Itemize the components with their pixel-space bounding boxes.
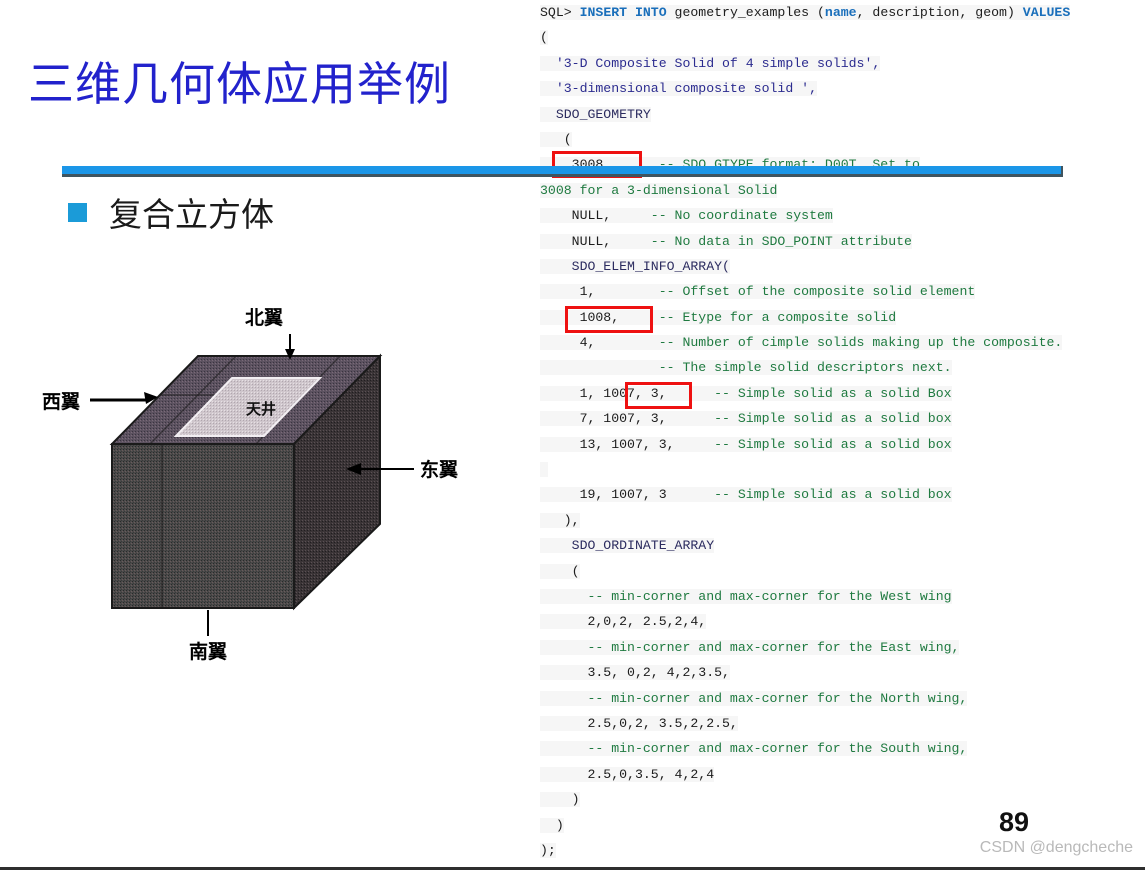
- code-line: 13, 1007, 3, -- Simple solid as a solid …: [540, 432, 1145, 457]
- bullet-item: 复合立方体: [68, 188, 274, 236]
- code-token: 1,: [540, 284, 596, 300]
- code-line: 1008, -- Etype for a composite solid: [540, 305, 1145, 330]
- code-token: 7, 1007, 3,: [540, 411, 667, 427]
- code-token: 2.5,0,3.5, 4,2,4: [540, 766, 715, 782]
- code-line: 1, 1007, 3, -- Simple solid as a solid B…: [540, 381, 1145, 406]
- code-line: 2,0,2, 2.5,2,4,: [540, 609, 1145, 634]
- code-token: SQL>: [540, 5, 580, 20]
- bullet-item-label: 复合立方体: [109, 198, 274, 234]
- code-token: , description, geom): [856, 5, 1023, 20]
- code-line: 3.5, 0,2, 4,2,3.5,: [540, 660, 1145, 685]
- code-token: -- No data in SDO_POINT attribute: [611, 233, 912, 249]
- code-token: VALUES: [1022, 5, 1071, 20]
- code-token: 2.5,0,2, 3.5,2,2.5,: [540, 715, 738, 731]
- code-line: '3-D Composite Solid of 4 simple solids'…: [540, 51, 1145, 76]
- diagram-label-center: 天井: [246, 400, 276, 418]
- code-token: '3-D Composite Solid of 4 simple solids'…: [540, 55, 881, 71]
- code-token: SDO_ORDINATE_ARRAY: [540, 538, 715, 554]
- code-token: -- min-corner and max-corner for the Sou…: [540, 741, 968, 757]
- code-token: '3-dimensional composite solid ',: [540, 81, 817, 97]
- sql-code-block: SQL> INSERT INTO geometry_examples (name…: [540, 0, 1145, 870]
- code-line: 2.5,0,2, 3.5,2,2.5,: [540, 711, 1145, 736]
- code-token: 19, 1007, 3: [540, 487, 667, 503]
- code-token: name: [824, 5, 857, 20]
- diagram-label-north: 北翼: [245, 307, 283, 329]
- code-token: -- Simple solid as a solid box: [666, 411, 952, 427]
- code-token: );: [540, 842, 556, 858]
- code-line: 3008 for a 3-dimensional Solid: [540, 178, 1145, 203]
- code-lines: SQL> INSERT INTO geometry_examples (name…: [540, 0, 1145, 863]
- code-line: (: [540, 559, 1145, 584]
- code-token: SDO_ELEM_INFO_ARRAY(: [540, 258, 730, 274]
- code-line: NULL, -- No data in SDO_POINT attribute: [540, 229, 1145, 254]
- code-line: 19, 1007, 3 -- Simple solid as a solid b…: [540, 482, 1145, 507]
- diagram-label-east: 东翼: [420, 458, 458, 481]
- page-number: 89: [998, 807, 1029, 837]
- code-token: 1008,: [540, 309, 620, 325]
- code-token: -- Etype for a composite solid: [619, 309, 897, 325]
- code-line: NULL, -- No coordinate system: [540, 203, 1145, 228]
- code-line: SDO_GEOMETRY: [540, 102, 1145, 127]
- code-token: INSERT INTO: [579, 5, 667, 20]
- slide-pane: 三维几何体应用举例 复合立方体 北翼 西翼 东翼 南翼 天井: [0, 0, 540, 870]
- code-token: -- The simple solid descriptors next.: [540, 360, 952, 376]
- code-line: -- min-corner and max-corner for the Sou…: [540, 736, 1145, 761]
- code-token: NULL,: [540, 208, 612, 224]
- code-token: -- Number of cimple solids making up the…: [595, 335, 1063, 351]
- code-line: SDO_ORDINATE_ARRAY: [540, 533, 1145, 558]
- code-line: -- The simple solid descriptors next.: [540, 355, 1145, 380]
- code-token: (: [540, 30, 548, 46]
- bullet-square-icon: [68, 202, 87, 222]
- code-token: (: [540, 563, 580, 579]
- code-line: -- min-corner and max-corner for the Eas…: [540, 635, 1145, 660]
- code-token: 1, 1007, 3,: [540, 385, 667, 401]
- diagram-label-south: 南翼: [189, 641, 227, 663]
- code-line: SQL> INSERT INTO geometry_examples (name…: [540, 0, 1145, 25]
- watermark: CSDN @dengcheche: [979, 839, 1133, 856]
- code-token: ): [540, 817, 564, 833]
- code-token: SDO_GEOMETRY: [540, 106, 651, 122]
- code-token: -- Simple solid as a solid box: [666, 487, 952, 503]
- code-token: (: [540, 131, 572, 147]
- code-token: -- Offset of the composite solid element: [595, 284, 976, 300]
- code-line: 2.5,0,3.5, 4,2,4: [540, 762, 1145, 787]
- code-token: 4,: [540, 335, 596, 351]
- code-token: ): [540, 792, 580, 808]
- code-line: 1, -- Offset of the composite solid elem…: [540, 279, 1145, 304]
- code-line: -- min-corner and max-corner for the Nor…: [540, 686, 1145, 711]
- code-token: 3.5, 0,2, 4,2,3.5,: [540, 665, 730, 681]
- code-line: ): [540, 813, 1145, 838]
- code-line: (: [540, 25, 1145, 50]
- code-token: NULL,: [540, 233, 612, 249]
- composite-cube-diagram: 北翼 西翼 东翼 南翼 天井: [30, 296, 510, 686]
- code-token: 2,0,2, 2.5,2,4,: [540, 614, 707, 630]
- title-accent-rule: [62, 166, 1063, 177]
- code-token: -- No coordinate system: [611, 208, 833, 224]
- code-line: [540, 457, 1145, 482]
- code-token: -- min-corner and max-corner for the Eas…: [540, 639, 960, 655]
- code-token: -- Simple solid as a solid Box: [666, 385, 952, 401]
- code-token: 3008 for a 3-dimensional Solid: [540, 182, 778, 198]
- code-line: 7, 1007, 3, -- Simple solid as a solid b…: [540, 406, 1145, 431]
- code-line: SDO_ELEM_INFO_ARRAY(: [540, 254, 1145, 279]
- code-line: '3-dimensional composite solid ',: [540, 76, 1145, 101]
- code-line: 4, -- Number of cimple solids making up …: [540, 330, 1145, 355]
- code-token: -- min-corner and max-corner for the Wes…: [540, 588, 952, 604]
- code-line: -- min-corner and max-corner for the Wes…: [540, 584, 1145, 609]
- code-token: geometry_examples (: [666, 5, 825, 20]
- diagram-label-west: 西翼: [42, 391, 80, 413]
- code-line: ): [540, 787, 1145, 812]
- code-token: ),: [540, 512, 580, 528]
- code-line: ),: [540, 508, 1145, 533]
- code-line: (: [540, 127, 1145, 152]
- code-token: [540, 462, 548, 478]
- code-token: 13, 1007, 3,: [540, 436, 675, 452]
- page-title: 三维几何体应用举例: [28, 59, 451, 110]
- code-token: -- min-corner and max-corner for the Nor…: [540, 690, 968, 706]
- code-token: -- Simple solid as a solid box: [674, 436, 952, 452]
